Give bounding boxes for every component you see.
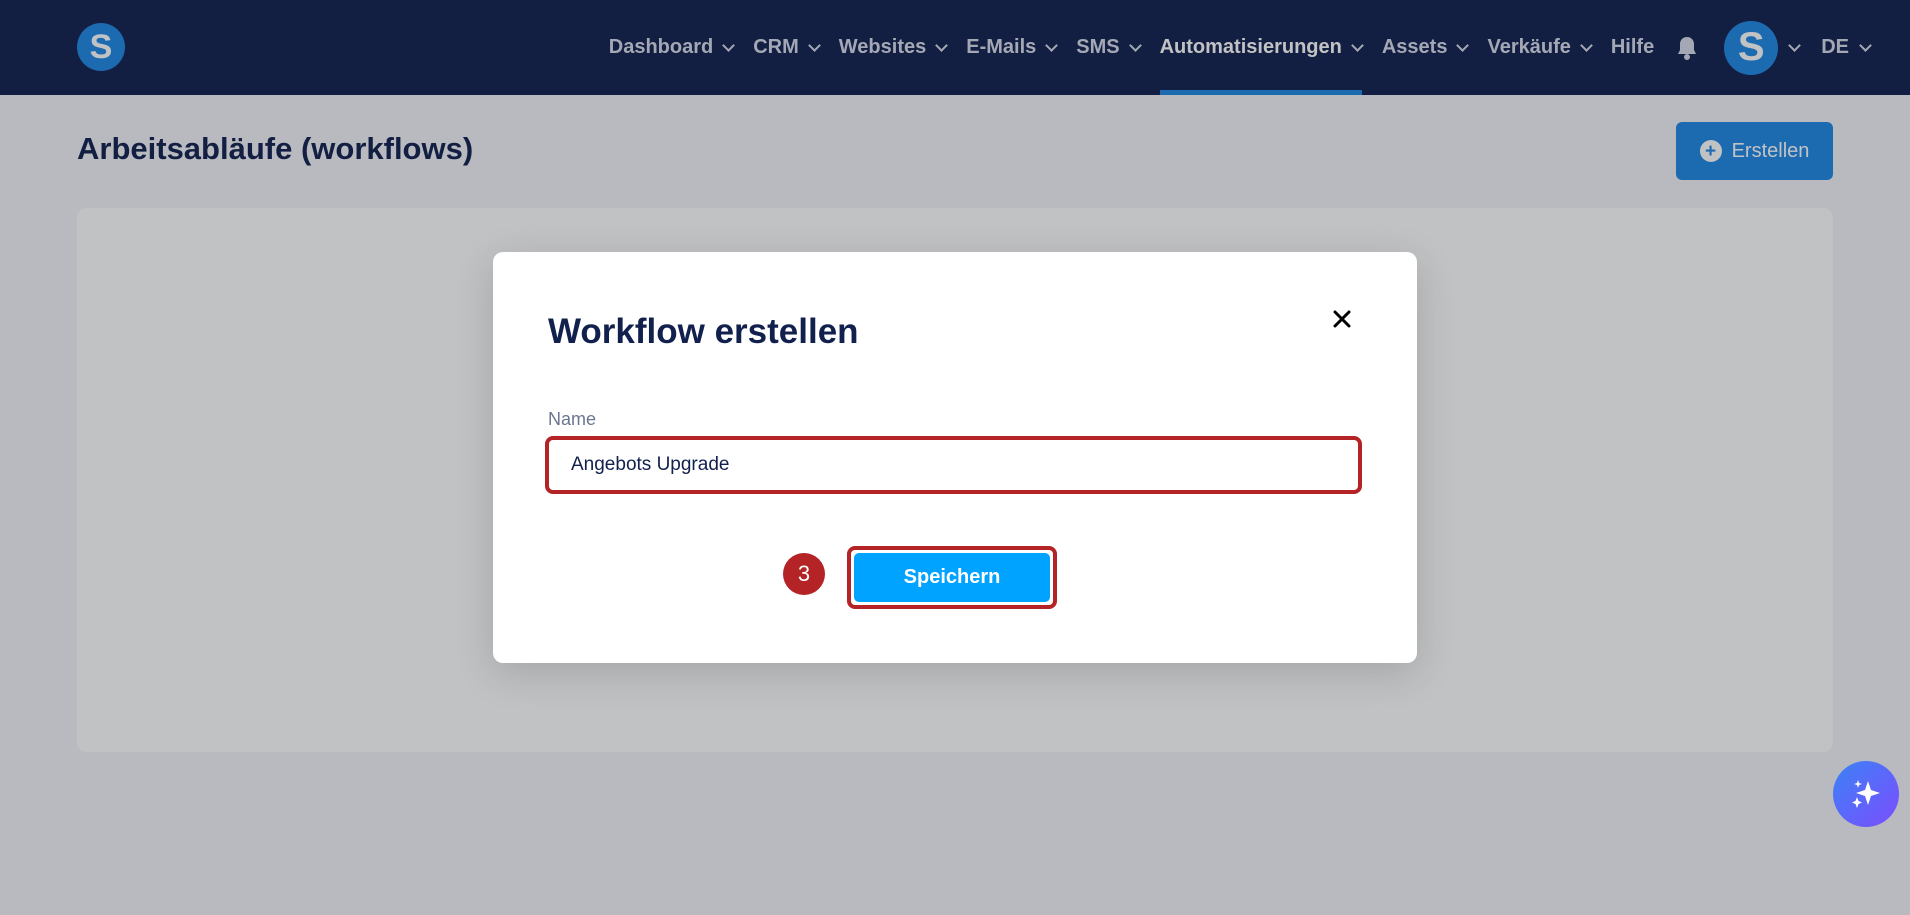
save-button-label: Speichern	[854, 553, 1050, 602]
save-button[interactable]: Speichern	[847, 546, 1057, 609]
sparkle-icon	[1852, 780, 1880, 808]
create-workflow-dialog: Workflow erstellen Name 3 Speichern	[493, 252, 1417, 663]
step-badge: 3	[783, 553, 825, 595]
ai-assistant-button[interactable]	[1833, 761, 1899, 827]
name-field[interactable]	[545, 436, 1362, 494]
close-icon[interactable]	[1327, 304, 1357, 334]
dialog-title: Workflow erstellen	[548, 312, 859, 351]
name-field-label: Name	[548, 409, 597, 429]
